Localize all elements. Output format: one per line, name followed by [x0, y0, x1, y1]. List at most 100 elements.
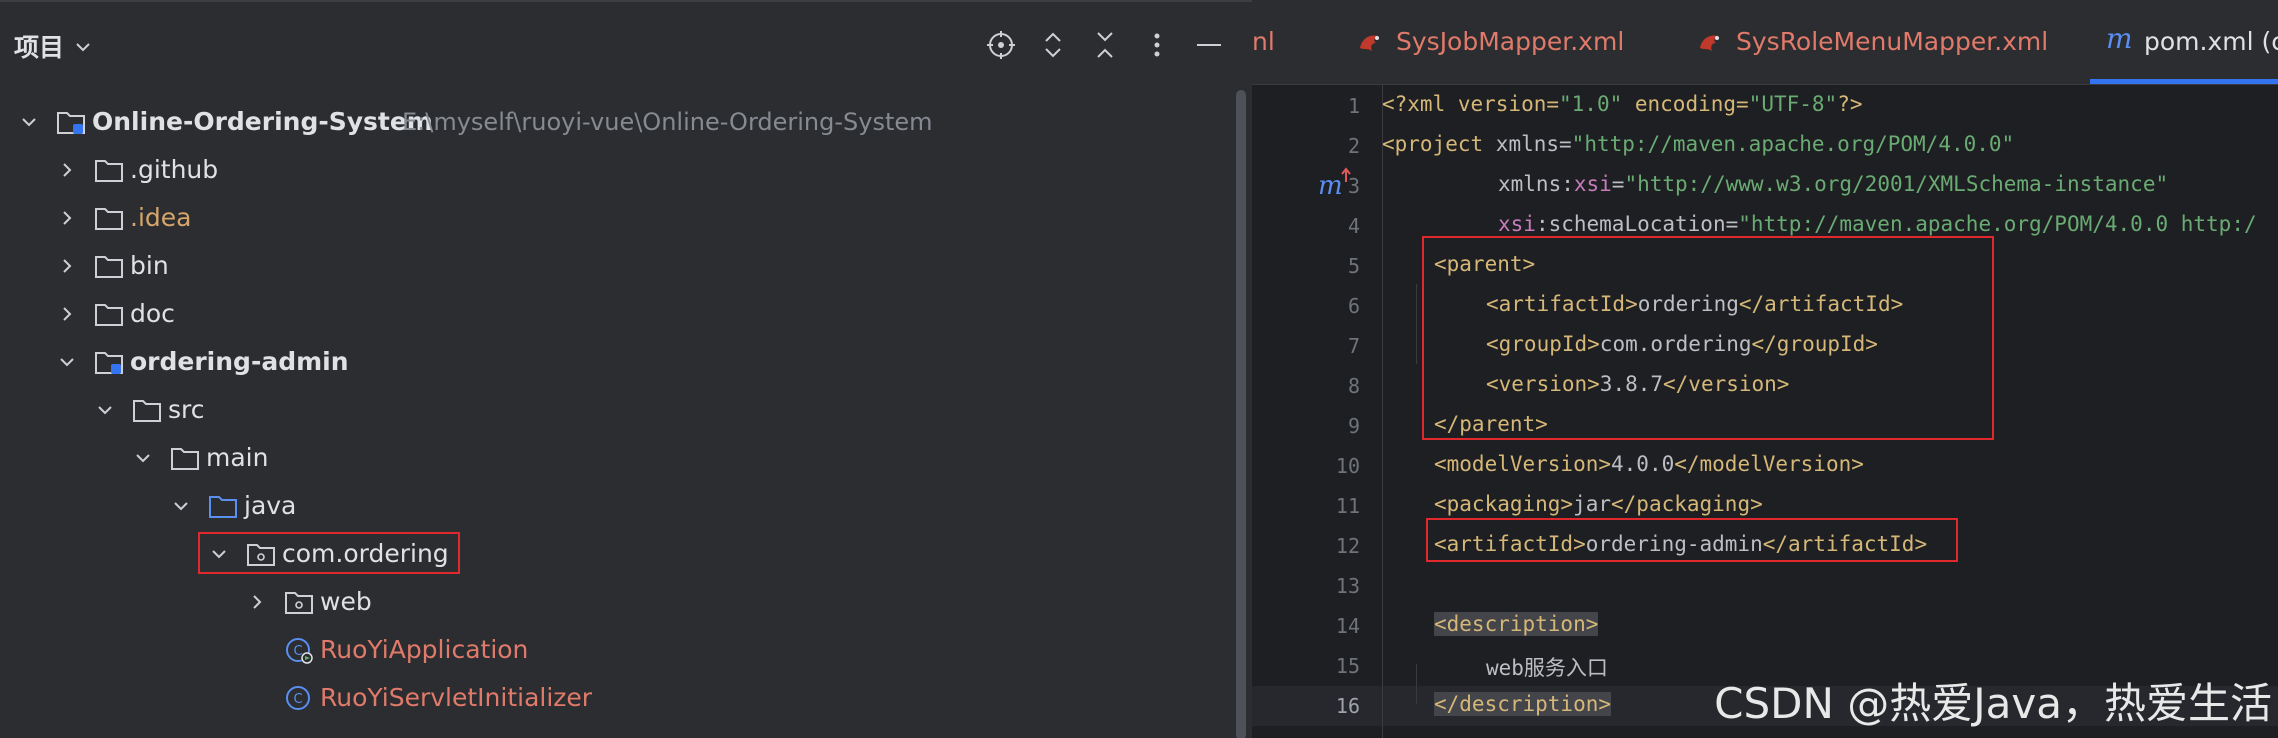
svg-text:m: m — [2106, 24, 2133, 52]
highlight-box-package — [198, 532, 460, 574]
chevron-down-icon[interactable] — [94, 399, 116, 421]
chevron-right-icon[interactable] — [56, 255, 78, 277]
editor-tabs: nl SysJobMapper.xml SysRoleMenuMapper.xm… — [1252, 0, 2278, 85]
locate-icon[interactable] — [984, 28, 1018, 62]
project-path: E:\myself\ruoyi-vue\Online-Ordering-Syst… — [402, 108, 933, 136]
tree-item-label: bin — [130, 251, 169, 280]
line-number: 2 — [1347, 134, 1360, 158]
tree-item-label: .idea — [130, 203, 192, 232]
tab-pom-xml[interactable]: m pom.xml (c — [2104, 0, 2278, 84]
scrollbar-thumb[interactable] — [1236, 90, 1246, 738]
module-folder-icon — [57, 112, 85, 134]
line-number-current: 16 — [1335, 694, 1360, 718]
chevron-down-icon[interactable] — [56, 351, 78, 373]
svg-text:m: m — [1318, 171, 1343, 200]
line-number: 5 — [1347, 254, 1360, 278]
module-folder-icon — [95, 352, 123, 374]
tree-item-label: .github — [130, 155, 219, 184]
tree-item-src[interactable]: src — [0, 386, 1232, 434]
code-line-1: <?xml version="1.0" encoding="UTF-8"?> — [1382, 92, 1863, 116]
tree-item-com-ordering[interactable]: com.ordering — [0, 530, 1232, 578]
tab-label: SysJobMapper.xml — [1396, 27, 1625, 56]
chevron-right-icon[interactable] — [56, 207, 78, 229]
spring-boot-class-icon: C — [286, 638, 313, 664]
tree-item-idea[interactable]: .idea — [0, 194, 1232, 242]
chevron-right-icon[interactable] — [56, 303, 78, 325]
highlight-box-parent-block — [1422, 236, 1994, 440]
tab-label: nl — [1252, 27, 1275, 56]
tree-item-ordering-admin[interactable]: ordering-admin — [0, 338, 1232, 386]
tree-item-label: RuoYiApplication — [320, 635, 529, 664]
folder-icon — [95, 256, 123, 278]
line-number: 7 — [1347, 334, 1360, 358]
folder-icon — [95, 304, 123, 326]
tree-item-project-root[interactable]: Online-Ordering-System E:\myself\ruoyi-v… — [0, 98, 1232, 146]
project-scrollbar[interactable] — [1232, 90, 1250, 738]
tab-partial[interactable]: nl — [1252, 0, 1312, 84]
indent-guide — [1382, 84, 1383, 738]
chevron-right-icon[interactable] — [246, 591, 268, 613]
tree-item-main[interactable]: main — [0, 434, 1232, 482]
chevron-down-icon[interactable] — [18, 111, 40, 133]
tab-sysjobmapper[interactable]: SysJobMapper.xml — [1356, 0, 1656, 84]
svg-text:C: C — [293, 692, 302, 707]
project-panel-title[interactable]: 项目 — [14, 28, 64, 64]
project-panel: 项目 Online-Ordering-System E:\myself\ruoy… — [0, 0, 1252, 738]
line-number: 11 — [1335, 494, 1360, 518]
folder-icon — [95, 208, 123, 230]
editor-panel: nl SysJobMapper.xml SysRoleMenuMapper.xm… — [1252, 0, 2278, 738]
line-number: 12 — [1335, 534, 1360, 558]
maven-parent-gutter-icon[interactable]: m — [1316, 166, 1356, 200]
chevron-down-icon[interactable] — [72, 36, 94, 58]
tree-item-github[interactable]: .github — [0, 146, 1232, 194]
tree-item-label: RuoYiServletInitializer — [320, 683, 593, 712]
tree-item-doc[interactable]: doc — [0, 290, 1232, 338]
line-number: 8 — [1347, 374, 1360, 398]
expand-all-icon[interactable] — [1036, 28, 1070, 62]
maven-icon: m — [2106, 24, 2133, 52]
chevron-down-icon[interactable] — [170, 495, 192, 517]
line-number: 13 — [1335, 574, 1360, 598]
tree-item-web[interactable]: web — [0, 578, 1232, 626]
tab-sysrolemenumapper[interactable]: SysRoleMenuMapper.xml — [1696, 0, 2056, 84]
source-folder-icon — [209, 496, 237, 518]
line-number: 4 — [1347, 214, 1360, 238]
tree-item-ruoyi-application[interactable]: C RuoYiApplication — [0, 626, 1232, 674]
code-line-14: <description> — [1434, 612, 1599, 636]
collapse-all-icon[interactable] — [1088, 28, 1122, 62]
line-number: 6 — [1347, 294, 1360, 318]
indent-guide — [1416, 284, 1417, 364]
code-line-15: web服务入口 — [1486, 656, 1608, 680]
mybatis-bird-icon — [1700, 35, 1719, 51]
ide-window: 项目 Online-Ordering-System E:\myself\ruoy… — [0, 0, 2278, 738]
tree-item-label: ordering-admin — [130, 347, 349, 376]
line-number: 1 — [1347, 94, 1360, 118]
code-line-2: <project xmlns="http://maven.apache.org/… — [1382, 132, 2015, 156]
class-icon: C — [286, 686, 310, 710]
package-icon — [285, 592, 313, 614]
indent-guide — [1416, 664, 1417, 704]
highlight-box-artifact-id — [1426, 518, 1958, 562]
line-number: 15 — [1335, 654, 1360, 678]
code-line-10: <modelVersion>4.0.0</modelVersion> — [1434, 452, 1864, 476]
chevron-right-icon[interactable] — [56, 159, 78, 181]
watermark: CSDN @热爱Java，热爱生活 — [1714, 679, 2272, 728]
tree-item-java[interactable]: java — [0, 482, 1232, 530]
mybatis-bird-icon — [1360, 35, 1379, 51]
code-line-3: xmlns:xsi="http://www.w3.org/2001/XMLSch… — [1498, 172, 2169, 196]
folder-icon — [171, 448, 199, 470]
tab-label: SysRoleMenuMapper.xml — [1736, 27, 2049, 56]
line-number: 10 — [1335, 454, 1360, 478]
code-line-16: </description> — [1434, 692, 1612, 716]
folder-icon — [95, 160, 123, 182]
tree-item-bin[interactable]: bin — [0, 242, 1232, 290]
chevron-down-icon[interactable] — [132, 447, 154, 469]
project-panel-header: 项目 — [0, 2, 1252, 90]
tree-item-label: java — [244, 491, 297, 520]
tree-item-label: src — [168, 395, 205, 424]
minimize-icon[interactable] — [1192, 28, 1226, 62]
tree-item-label: doc — [130, 299, 175, 328]
tree-item-label: web — [320, 587, 372, 616]
more-icon[interactable] — [1140, 28, 1174, 62]
tree-item-ruoyi-servlet-initializer[interactable]: C RuoYiServletInitializer — [0, 674, 1232, 722]
